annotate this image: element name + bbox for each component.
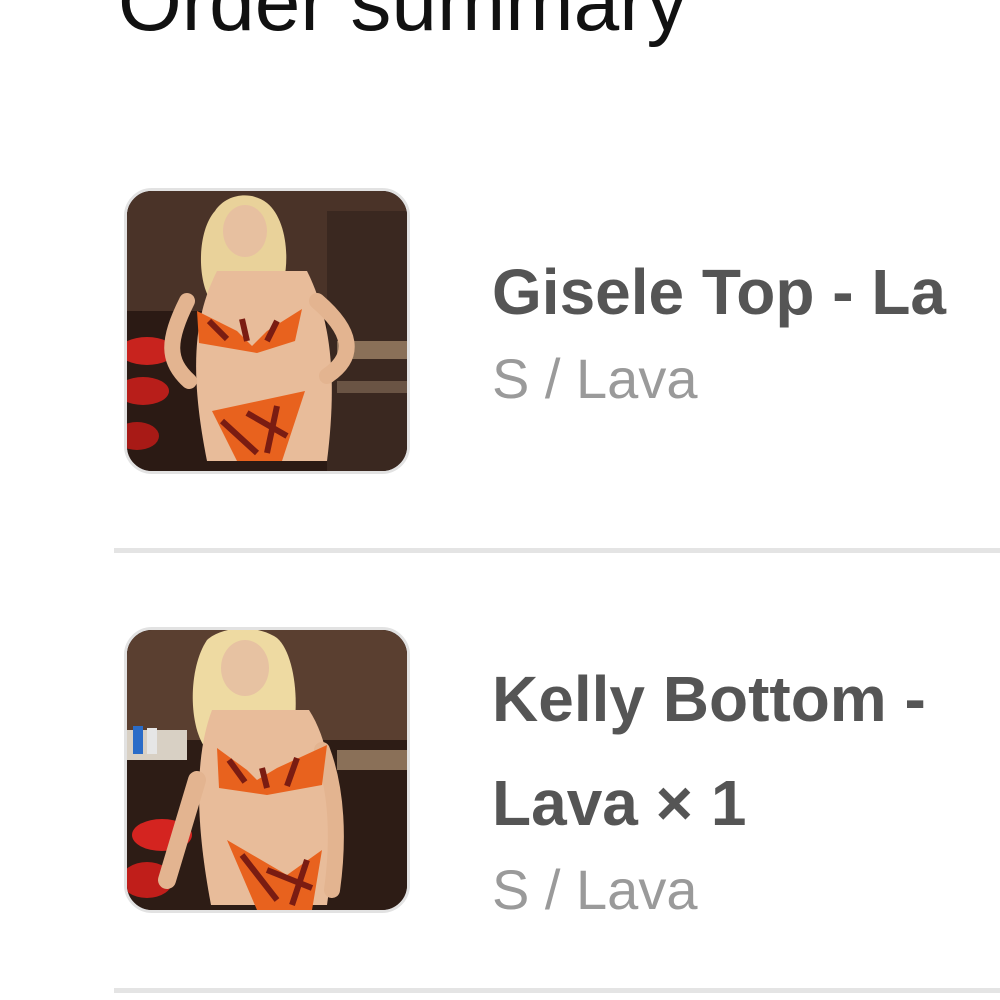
divider	[114, 548, 1000, 553]
product-title-line-1: Kelly Bottom -	[492, 663, 926, 735]
product-thumbnail	[124, 627, 410, 913]
product-photo	[127, 191, 407, 471]
line-item[interactable]: Gisele Top - La S / Lava	[0, 188, 1000, 552]
divider	[114, 988, 1000, 993]
product-title-line-2: Lava × 1	[492, 767, 747, 839]
product-variant: S / Lava	[492, 858, 698, 921]
order-summary-heading: Order summary	[118, 0, 688, 48]
product-thumbnail	[124, 188, 410, 474]
order-summary-page: Order summary Gisele Top - La S / Lava K…	[0, 0, 1000, 1000]
product-photo	[127, 630, 407, 910]
line-item-info: Gisele Top - La S / Lava	[492, 240, 1000, 414]
product-title: Gisele Top - La	[492, 256, 946, 328]
line-item-info: Kelly Bottom - Lava × 1 S / Lava	[492, 647, 1000, 925]
product-variant: S / Lava	[492, 347, 698, 410]
line-item[interactable]: Kelly Bottom - Lava × 1 S / Lava	[0, 627, 1000, 992]
